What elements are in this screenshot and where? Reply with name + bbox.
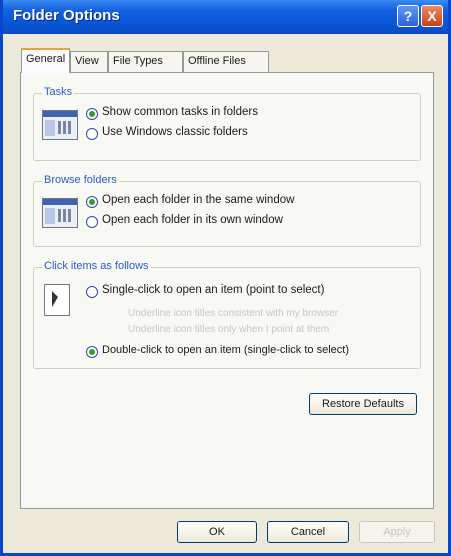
close-button[interactable]: X [421, 5, 443, 27]
close-icon: X [427, 8, 437, 24]
single-click-label: Single-click to open an item (point to s… [102, 284, 325, 296]
help-button[interactable]: ? [397, 5, 419, 27]
open-same-window-label: Open each folder in the same window [102, 194, 295, 206]
underline-on-point-label: Underline icon titles only when I point … [128, 324, 330, 335]
click-items-group: Click items as follows Single-click to o… [33, 260, 421, 369]
browse-folders-group: Browse folders Open each folder in the s… [33, 174, 421, 247]
cancel-button[interactable]: Cancel [267, 521, 349, 543]
underline-consistent-label: Underline icon titles consistent with my… [128, 308, 339, 319]
open-same-window-radio[interactable] [86, 196, 98, 208]
general-tab-panel: Tasks Show common tasks in folders Use W… [20, 72, 434, 509]
tab-general[interactable]: General [21, 48, 70, 73]
browse-folders-preview-icon [42, 198, 78, 228]
folder-options-window: Folder Options ? X General View File Typ… [0, 0, 451, 556]
help-icon: ? [403, 8, 413, 24]
open-own-window-radio[interactable] [86, 216, 98, 228]
open-own-window-label: Open each folder in its own window [102, 214, 283, 226]
use-classic-folders-radio[interactable] [86, 128, 98, 140]
tab-file-types[interactable]: File Types [108, 51, 183, 72]
title-bar[interactable]: Folder Options ? X [3, 0, 448, 34]
restore-defaults-button[interactable]: Restore Defaults [309, 393, 417, 415]
tab-view[interactable]: View [70, 51, 108, 72]
tab-offline-files[interactable]: Offline Files [183, 51, 269, 72]
tab-offline-files-label: Offline Files [188, 55, 246, 67]
tasks-group-title: Tasks [42, 86, 75, 98]
tab-file-types-label: File Types [113, 55, 163, 67]
double-click-label: Double-click to open an item (single-cli… [102, 344, 349, 356]
apply-button: Apply [359, 521, 435, 543]
tab-general-label: General [26, 53, 66, 65]
tasks-group: Tasks Show common tasks in folders Use W… [33, 86, 421, 161]
use-classic-folders-label: Use Windows classic folders [102, 126, 248, 138]
double-click-radio[interactable] [86, 346, 98, 358]
tasks-preview-icon [42, 110, 78, 140]
window-title: Folder Options [13, 7, 120, 24]
browse-folders-group-title: Browse folders [42, 174, 119, 186]
tab-view-label: View [75, 55, 99, 67]
click-cursor-icon [44, 284, 70, 316]
ok-button[interactable]: OK [177, 521, 257, 543]
show-common-tasks-radio[interactable] [86, 108, 98, 120]
click-items-group-title: Click items as follows [42, 260, 151, 272]
single-click-radio[interactable] [86, 286, 98, 298]
show-common-tasks-label: Show common tasks in folders [102, 106, 258, 118]
